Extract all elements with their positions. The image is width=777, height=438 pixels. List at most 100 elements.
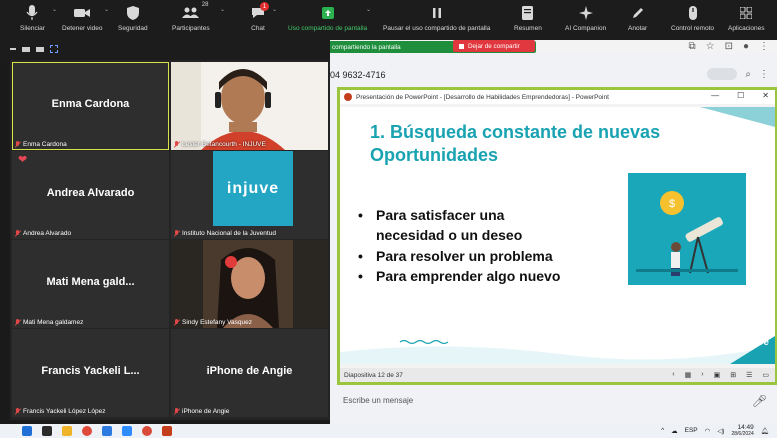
stop-video-button[interactable]: Detener video xyxy=(62,2,102,33)
slideshow-icon[interactable]: ▭ xyxy=(762,371,769,379)
zoom-toolbar: Silenciar ⌄ Detener video ⌄ Seguridad 28… xyxy=(0,0,777,40)
participant-gallery: Enma Cardona Enma Cardona Lester Betanco… xyxy=(10,60,330,420)
security-button[interactable]: Seguridad xyxy=(118,2,148,33)
windows-start-icon[interactable] xyxy=(22,426,32,436)
video-call-icon[interactable] xyxy=(707,68,738,80)
normal-view-icon[interactable]: ▣ xyxy=(714,371,721,379)
microphone-icon xyxy=(23,2,41,24)
ppt-status-bar: Diapositiva 12 de 37 ‹ ▦ › ▣ ⊞ ☰ ▭ xyxy=(340,368,775,382)
summary-button[interactable]: Resumen xyxy=(514,2,542,33)
telescope-illustration: $ xyxy=(628,173,746,285)
pause-share-button[interactable]: Pausar el uso compartido de pantalla xyxy=(383,2,490,33)
search-icon[interactable]: ⌕ xyxy=(745,69,751,80)
close-icon[interactable]: ✕ xyxy=(762,91,769,100)
video-options-caret[interactable]: ⌄ xyxy=(104,6,109,13)
chrome-icon[interactable] xyxy=(82,426,92,436)
participant-tile[interactable]: Mati Mena gald... Mati Mena galdamez xyxy=(12,240,169,328)
svg-text:$: $ xyxy=(669,198,675,210)
pencil-icon xyxy=(629,2,647,24)
participant-video-tile[interactable]: injuve Instituto Nacional de la Juventud xyxy=(171,151,328,239)
chat-button[interactable]: 1 Chat xyxy=(249,2,269,33)
browser-toolbar-icons: ⧉ ☆ ⊡ ● ⋮ xyxy=(688,41,769,52)
participants-options-caret[interactable]: ⌄ xyxy=(220,6,225,13)
stop-sharing-button[interactable]: Dejar de compartir xyxy=(453,40,535,52)
speaker-view-icon[interactable] xyxy=(22,46,30,52)
previous-slide-icon[interactable]: ‹ xyxy=(672,371,674,379)
zoom-icon[interactable] xyxy=(122,426,132,436)
onedrive-icon[interactable]: ☁ xyxy=(671,427,678,435)
sparkle-icon xyxy=(577,2,595,24)
minimize-icon[interactable]: — xyxy=(711,91,719,100)
maximize-icon[interactable]: ☐ xyxy=(737,91,744,100)
mic-muted-icon xyxy=(14,319,21,326)
bullet-item: necesidad o un deseo xyxy=(376,227,523,244)
heart-reaction-icon: ❤ xyxy=(18,154,28,166)
remote-control-button[interactable]: Control remoto xyxy=(671,2,714,33)
mute-button[interactable]: Silenciar xyxy=(20,2,45,33)
powerpoint-logo-icon xyxy=(344,93,352,101)
footer-injuve-logo: injuve xyxy=(740,337,769,348)
chrome-icon[interactable] xyxy=(142,426,152,436)
bookmark-star-icon[interactable]: ☆ xyxy=(706,41,715,52)
volume-icon[interactable]: ◁) xyxy=(717,427,724,435)
ppt-title-bar: Presentación de PowerPoint - [Desarrollo… xyxy=(340,90,775,104)
powerpoint-icon[interactable] xyxy=(162,426,172,436)
gallery-view-icon[interactable] xyxy=(50,45,58,53)
message-input[interactable]: Escribe un mensaje xyxy=(343,396,413,405)
shield-icon xyxy=(124,2,142,24)
participant-count: 28 xyxy=(201,2,209,8)
share-screen-button[interactable]: Uso compartido de pantalla xyxy=(288,2,367,33)
chat-menu-icon[interactable]: ⋮ xyxy=(759,69,769,80)
extensions-icon[interactable]: ⊡ xyxy=(725,41,733,52)
participant-video-tile[interactable]: Sindy Estefany Vasquez xyxy=(171,240,328,328)
video-camera-icon xyxy=(73,2,91,24)
share-screen-icon xyxy=(319,2,337,24)
slide-sorter-icon[interactable]: ▦ xyxy=(685,371,692,379)
participant-tile[interactable]: Enma Cardona Enma Cardona xyxy=(12,62,169,150)
slide-canvas: 1. Búsqueda constante de nuevas Oportuni… xyxy=(340,107,775,364)
mouse-icon xyxy=(684,2,702,24)
language-indicator[interactable]: ESP xyxy=(685,427,698,434)
sharing-status-bar: compartiendo la pantalla ⊙ ● Dejar de co… xyxy=(330,40,777,54)
injuve-logo: injuve xyxy=(213,151,293,226)
ai-companion-button[interactable]: AI Companion xyxy=(565,2,606,33)
view-controls-bar xyxy=(0,40,330,60)
profile-icon[interactable]: ● xyxy=(743,41,749,52)
bullet-item: Para resolver un problema xyxy=(358,246,560,267)
apps-button[interactable]: Aplicaciones xyxy=(728,2,765,33)
clock[interactable]: 14:49 28/6/2024 xyxy=(731,424,753,437)
next-slide-icon[interactable]: › xyxy=(701,371,703,379)
participant-video-tile[interactable]: Lester Betancourth - INJUVE xyxy=(171,62,328,150)
notification-bell-icon[interactable]: 🔔︎ xyxy=(761,427,769,435)
minimize-view-icon[interactable] xyxy=(10,48,16,50)
grid-view-icon[interactable]: ⊞ xyxy=(730,371,736,379)
tab-search-icon[interactable]: ⧉ xyxy=(688,41,695,52)
pause-icon xyxy=(428,2,446,24)
participants-button[interactable]: 28 Participantes xyxy=(172,2,210,33)
mic-muted-icon xyxy=(173,319,180,326)
bullet-item: Para satisfacer una xyxy=(358,205,560,226)
voice-message-icon[interactable]: 🎤︎ xyxy=(752,394,767,408)
task-view-icon[interactable] xyxy=(42,426,52,436)
file-explorer-icon[interactable] xyxy=(62,426,72,436)
participant-video xyxy=(203,240,293,328)
system-tray: ^ ☁ ESP ◠ ◁) 14:49 28/6/2024 🔔︎ xyxy=(661,424,769,437)
browser-menu-icon[interactable]: ⋮ xyxy=(759,41,769,52)
wifi-icon[interactable]: ◠ xyxy=(705,427,711,435)
chat-bubble-icon: 1 xyxy=(249,2,269,24)
chat-contact-number: 04 9632-4716 xyxy=(330,70,386,80)
chat-options-caret[interactable]: ⌄ xyxy=(272,6,277,13)
reading-view-icon[interactable]: ☰ xyxy=(746,371,752,379)
side-by-side-view-icon[interactable] xyxy=(36,46,44,52)
windows-taskbar: ^ ☁ ESP ◠ ◁) 14:49 28/6/2024 🔔︎ xyxy=(0,424,777,438)
participant-tile[interactable]: ❤ Andrea Alvarado Andrea Alvarado xyxy=(12,151,169,239)
annotate-button[interactable]: Anotar xyxy=(628,2,647,33)
outlook-icon[interactable] xyxy=(102,426,112,436)
share-options-caret[interactable]: ⌄ xyxy=(366,6,371,13)
participants-icon: 28 xyxy=(181,2,208,24)
mute-options-caret[interactable]: ⌄ xyxy=(52,6,57,13)
participant-tile[interactable]: Francis Yackeli L... Francis Yackeli Lóp… xyxy=(12,329,169,417)
participant-tile[interactable]: iPhone de Angie iPhone de Angie xyxy=(171,329,328,417)
tray-expand-icon[interactable]: ^ xyxy=(661,427,664,434)
slide-footer-wave xyxy=(340,336,775,364)
